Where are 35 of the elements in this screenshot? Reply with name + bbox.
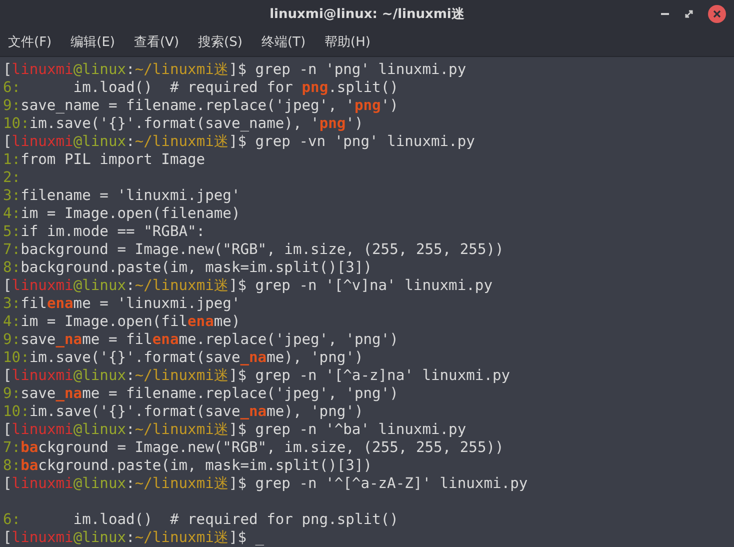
terminal-line: 7:background = Image.new("RGB", im.size, (255, 255, 255)) [3, 439, 505, 457]
menu-item[interactable]: 帮助(H) [324, 32, 370, 51]
terminal-line: 9:save_name = filename.replace('jpeg', 'png') [3, 331, 400, 349]
restore-icon[interactable] [684, 9, 694, 19]
terminal-line: [linuxmi@linux:~/linuxmi迷]$ grep -n 'png' linuxmi.py [3, 61, 468, 79]
terminal-line: 5:if im.mode == "RGBA": [3, 223, 206, 241]
menu-item[interactable]: 文件(F) [8, 32, 52, 51]
terminal-line: 9:save_name = filename.replace('jpeg', 'png') [3, 97, 400, 115]
terminal-line: [linuxmi@linux:~/linuxmi迷]$ grep -n '[^v]na' linuxmi.py [3, 277, 494, 295]
menu-item[interactable]: 搜索(S) [198, 32, 242, 51]
terminal-line: 3:filename = 'linuxmi.jpeg' [3, 295, 242, 313]
terminal-line: 6: im.load() # required for png.split() [3, 511, 400, 529]
terminal-line: 4:im = Image.open(filename) [3, 313, 242, 331]
terminal-line: 2: [3, 169, 22, 187]
window-title: linuxmi@linux: ~/linuxmi迷 [270, 6, 464, 23]
terminal-line: 8:background.paste(im, mask=im.split()[3]) [3, 457, 374, 475]
close-icon[interactable] [708, 5, 726, 23]
menu-item[interactable]: 编辑(E) [70, 32, 115, 51]
terminal-line: 9:save_name = filename.replace('jpeg', 'png') [3, 385, 400, 403]
terminal-line: 8:background.paste(im, mask=im.split()[3]) [3, 259, 374, 277]
terminal-line: 7:background = Image.new("RGB", im.size, (255, 255, 255)) [3, 241, 505, 259]
menu-item[interactable]: 终端(T) [261, 32, 306, 51]
terminal-line: 10:im.save('{}'.format(save_name), 'png') [3, 403, 364, 421]
terminal-line: [linuxmi@linux:~/linuxmi迷]$ grep -n '^[^a-zA-Z]' linuxmi.py [3, 475, 529, 493]
terminal-line: 6: im.load() # required for png.split() [3, 79, 400, 97]
terminal-line: 10:im.save('{}'.format(save_name), 'png') [3, 349, 364, 367]
terminal-line: [linuxmi@linux:~/linuxmi迷]$ grep -n '[^a-z]na' linuxmi.py [3, 367, 512, 385]
terminal-line: [linuxmi@linux:~/linuxmi迷]$ grep -n '^ba' linuxmi.py [3, 421, 468, 439]
menu-item[interactable]: 查看(V) [134, 32, 180, 51]
terminal-line: 4:im = Image.open(filename) [3, 205, 242, 223]
terminal-line: [linuxmi@linux:~/linuxmi迷]$ _ [3, 529, 266, 547]
terminal-line: [linuxmi@linux:~/linuxmi迷]$ grep -vn 'png' linuxmi.py [3, 133, 476, 151]
terminal-line: 10:im.save('{}'.format(save_name), 'png') [3, 115, 364, 133]
terminal-line: 1:from PIL import Image [3, 151, 206, 169]
terminal-line: 3:filename = 'linuxmi.jpeg' [3, 187, 242, 205]
